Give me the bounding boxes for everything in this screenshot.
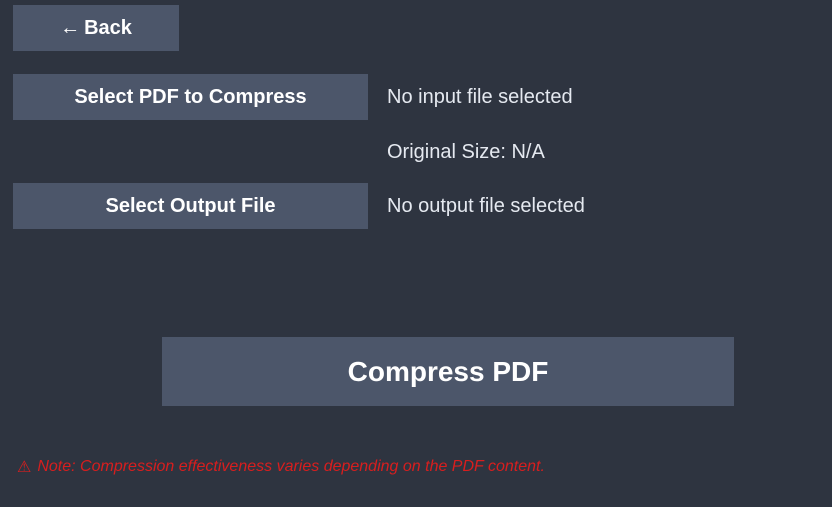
note-text: Note: Compression effectiveness varies d… [37, 458, 545, 475]
select-pdf-button[interactable]: Select PDF to Compress [13, 74, 368, 120]
warning-icon: ⚠ [17, 459, 32, 476]
output-file-status: No output file selected [387, 195, 585, 217]
input-file-status: No input file selected [387, 86, 573, 108]
compress-pdf-button[interactable]: Compress PDF [162, 337, 734, 406]
back-button-label: Back [84, 16, 132, 39]
select-output-button[interactable]: Select Output File [13, 183, 368, 229]
back-arrow-icon: ← [60, 16, 81, 39]
original-size-label: Original Size: N/A [387, 141, 545, 163]
compress-pdf-button-label: Compress PDF [347, 355, 549, 387]
compression-note: ⚠ Note: Compression effectiveness varies… [17, 457, 545, 477]
select-pdf-button-label: Select PDF to Compress [74, 85, 307, 108]
select-output-button-label: Select Output File [105, 194, 276, 217]
back-button[interactable]: ← Back [13, 5, 179, 51]
